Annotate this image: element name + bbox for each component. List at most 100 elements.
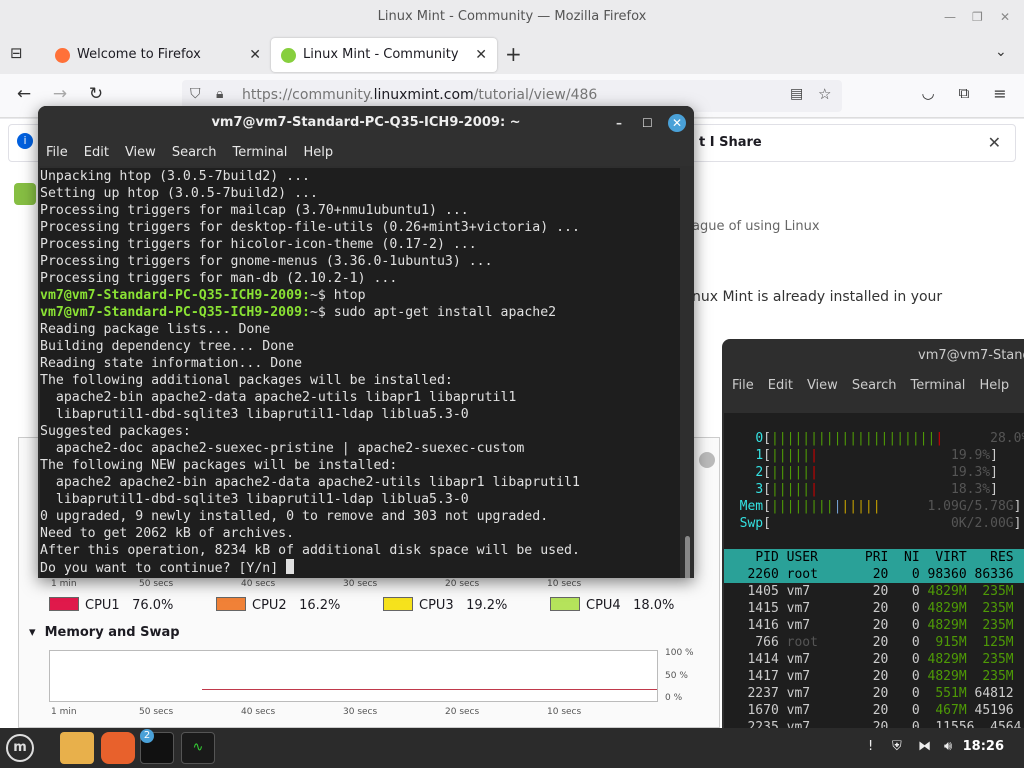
menu-search[interactable]: Search: [172, 145, 217, 160]
close-icon[interactable]: ✕: [668, 114, 686, 132]
system-monitor-taskbar-icon[interactable]: ∿: [181, 732, 215, 764]
back-icon[interactable]: ←: [12, 84, 36, 104]
terminal-taskbar-icon[interactable]: 2: [140, 729, 174, 764]
terminal-output[interactable]: Unpacking htop (3.0.5-7build2) ... Settin…: [40, 168, 680, 578]
menu-file[interactable]: File: [732, 378, 754, 393]
cpu3-swatch[interactable]: [383, 597, 413, 611]
close-tab-icon[interactable]: ✕: [475, 38, 487, 72]
time-tick: 30 secs: [343, 707, 378, 717]
menu-edit[interactable]: Edit: [768, 378, 793, 393]
files-icon[interactable]: [60, 732, 94, 764]
info-icon: i: [17, 133, 33, 149]
bookmark-star-icon[interactable]: ☆: [818, 85, 831, 103]
terminal-cursor: [286, 559, 295, 574]
process-row[interactable]: 1405 vm7 20 0 4829M 235M: [724, 583, 1024, 600]
terminal-line: Need to get 2062 kB of archives.: [40, 526, 295, 541]
menu-file[interactable]: File: [46, 145, 68, 160]
lock-icon[interactable]: 🔒︎: [216, 86, 223, 102]
tab-label: Linux Mint - Community: [303, 47, 459, 62]
network-icon[interactable]: ⧓: [918, 739, 931, 754]
memory-graph: [49, 650, 658, 702]
reload-icon[interactable]: ↻: [84, 84, 108, 104]
process-row[interactable]: 1670 vm7 20 0 467M 45196: [724, 702, 1024, 719]
menu-view[interactable]: View: [125, 145, 156, 160]
time-tick: 40 secs: [241, 707, 276, 717]
close-icon[interactable]: [699, 452, 715, 468]
new-tab-icon[interactable]: +: [505, 42, 522, 66]
tab-bar: ⊟ Welcome to Firefox ✕ Linux Mint - Comm…: [0, 34, 1024, 74]
terminal-line: apache2-doc apache2-suexec-pristine | ap…: [40, 441, 525, 456]
terminal-line: Unpacking htop (3.0.5-7build2) ...: [40, 169, 310, 184]
close-tab-icon[interactable]: ✕: [249, 38, 261, 72]
clock[interactable]: 18:26: [963, 739, 1004, 754]
menu-help[interactable]: Help: [303, 145, 333, 160]
update-icon[interactable]: !: [868, 739, 873, 754]
linuxmint-icon: [281, 48, 296, 63]
linuxmint-logo: [14, 183, 36, 205]
process-row[interactable]: 2235 vm7 20 0 11556 4564: [724, 719, 1024, 728]
firefox-icon: [55, 48, 70, 63]
volume-icon[interactable]: 🔊︎: [944, 739, 952, 754]
terminal-line: Processing triggers for mailcap (3.70+nm…: [40, 203, 469, 218]
firefox-titlebar: Linux Mint - Community — Mozilla Firefox…: [0, 0, 1024, 34]
time-tick: 30 secs: [343, 579, 378, 589]
list-tabs-icon[interactable]: ⌄: [995, 44, 1007, 60]
minimize-icon[interactable]: —: [944, 0, 956, 34]
menu-terminal[interactable]: Terminal: [232, 145, 287, 160]
cpu4-legend: CPU4 18.0%: [550, 597, 674, 615]
cpu4-swatch[interactable]: [550, 597, 580, 611]
tab-welcome[interactable]: Welcome to Firefox ✕: [45, 38, 271, 72]
menu-search[interactable]: Search: [852, 378, 897, 393]
terminal-line: Processing triggers for man-db (2.10.2-1…: [40, 271, 398, 286]
menu-edit[interactable]: Edit: [84, 145, 109, 160]
minimize-icon[interactable]: –: [616, 106, 622, 140]
pct-tick: 100 %: [665, 648, 694, 658]
terminal-line: Reading state information... Done: [40, 356, 303, 371]
notification-close-icon[interactable]: ✕: [988, 133, 1001, 152]
reader-view-icon[interactable]: ▤: [790, 86, 803, 102]
process-row[interactable]: 766 root 20 0 915M 125M: [724, 634, 1024, 651]
menu-help[interactable]: Help: [979, 378, 1009, 393]
url-text: https://community.linuxmint.com/tutorial…: [242, 87, 598, 103]
process-row[interactable]: 1414 vm7 20 0 4829M 235M: [724, 651, 1024, 668]
notification-share-text[interactable]: t I Share: [699, 135, 762, 150]
tab-overview-icon[interactable]: ⊟: [10, 44, 23, 62]
maximize-icon[interactable]: ❐: [972, 0, 983, 34]
pct-tick: 0 %: [665, 693, 683, 703]
process-row[interactable]: 1415 vm7 20 0 4829M 235M: [724, 600, 1024, 617]
terminal2-title: vm7@vm7-Stand: [918, 348, 1024, 363]
memory-section-title[interactable]: ▾ Memory and Swap: [29, 625, 180, 640]
tab-linuxmint[interactable]: Linux Mint - Community ✕: [271, 38, 497, 72]
extensions-icon[interactable]: ⧉: [952, 84, 976, 102]
close-icon[interactable]: ✕: [1000, 0, 1010, 34]
firefox-taskbar-icon[interactable]: [101, 732, 135, 764]
time-tick: 50 secs: [139, 579, 174, 589]
shield-tray-icon[interactable]: ⛨: [892, 739, 902, 754]
process-row[interactable]: 1416 vm7 20 0 4829M 235M: [724, 617, 1024, 634]
terminal-scrollbar[interactable]: [685, 536, 690, 578]
terminal-line: The following NEW packages will be insta…: [40, 458, 398, 473]
menu-view[interactable]: View: [807, 378, 838, 393]
menu-icon[interactable]: ≡: [988, 84, 1012, 103]
process-table-header[interactable]: PID USER PRI NI VIRT RES: [724, 549, 1024, 566]
menu-terminal[interactable]: Terminal: [910, 378, 965, 393]
mint-menu-icon[interactable]: m: [6, 734, 34, 762]
maximize-icon[interactable]: ☐: [642, 106, 653, 140]
tab-label: Welcome to Firefox: [77, 47, 201, 62]
terminal-line: Setting up htop (3.0.5-7build2) ...: [40, 186, 318, 201]
terminal-line: Processing triggers for hicolor-icon-the…: [40, 237, 477, 252]
time-tick: 1 min: [51, 579, 77, 589]
htop-output[interactable]: 0[|||||||||||||||||||||| 28.0%] 1[||||||…: [724, 413, 1024, 728]
process-row[interactable]: 2237 vm7 20 0 551M 64812: [724, 685, 1024, 702]
cpu1-swatch[interactable]: [49, 597, 79, 611]
shield-icon[interactable]: ⛉: [190, 86, 201, 102]
time-tick: 10 secs: [547, 579, 582, 589]
htop-terminal-window[interactable]: vm7@vm7-Stand File Edit View Search Terminal…: [722, 339, 1024, 728]
pocket-icon[interactable]: ◡: [916, 84, 940, 102]
terminal-window[interactable]: vm7@vm7-Standard-PC-Q35-ICH9-2009: ~ – ☐…: [38, 106, 694, 578]
process-row[interactable]: 1417 vm7 20 0 4829M 235M: [724, 668, 1024, 685]
cpu2-swatch[interactable]: [216, 597, 246, 611]
process-row-selected[interactable]: 2260 root 20 0 98360 86336: [724, 566, 1024, 583]
time-tick: 20 secs: [445, 707, 480, 717]
forward-icon[interactable]: →: [48, 84, 72, 104]
